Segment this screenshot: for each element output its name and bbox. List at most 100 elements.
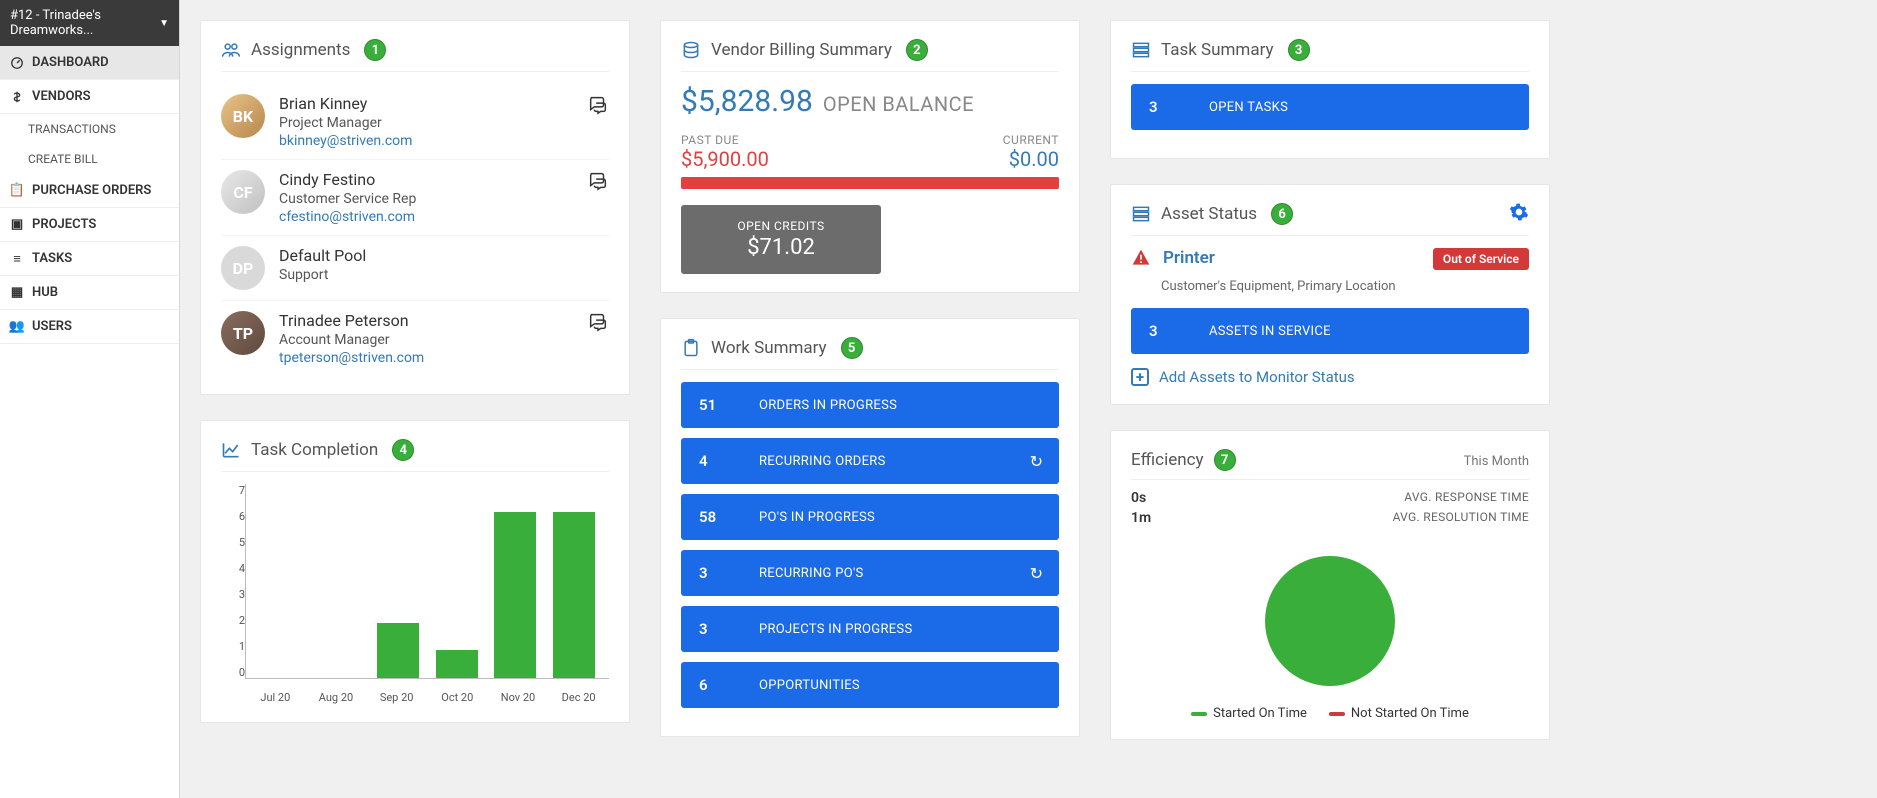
stat-count: 58 xyxy=(699,508,759,526)
assignments-title: Assignments xyxy=(251,40,350,60)
assignee-row: BK Brian Kinney Project Manager bkinney@… xyxy=(221,84,609,160)
list-icon: ≡ xyxy=(10,252,24,266)
avatar: CF xyxy=(221,170,265,214)
chevron-down-icon: ▼ xyxy=(159,18,169,29)
nav-label: DASHBOARD xyxy=(32,55,109,70)
work-summary-bar[interactable]: 4 RECURRING ORDERS ↻ xyxy=(681,438,1059,484)
chart-bar xyxy=(553,512,595,678)
dashboard-content: Assignments 1 BK Brian Kinney Project Ma… xyxy=(180,0,1877,798)
x-tick: Nov 20 xyxy=(497,691,539,704)
legend-item: Not Started On Time xyxy=(1329,706,1469,721)
nav-label: VENDORS xyxy=(32,89,91,104)
assignee-name: Cindy Festino xyxy=(279,170,573,189)
x-tick: Sep 20 xyxy=(376,691,418,704)
users-icon: 👥 xyxy=(10,320,24,334)
work-summary-bar[interactable]: 3 PROJECTS IN PROGRESS xyxy=(681,606,1059,652)
people-icon xyxy=(221,40,241,60)
legend-swatch xyxy=(1329,712,1345,716)
legend-label: Not Started On Time xyxy=(1351,706,1469,721)
nav-vendors[interactable]: VENDORS xyxy=(0,80,179,114)
efficiency-period: This Month xyxy=(1464,454,1529,469)
open-tasks-bar[interactable]: 3 OPEN TASKS xyxy=(1131,84,1529,130)
response-label: AVG. RESPONSE TIME xyxy=(1404,490,1529,506)
billing-icon xyxy=(681,40,701,60)
clipboard-icon xyxy=(681,338,701,358)
marker-7: 7 xyxy=(1214,449,1236,471)
nav-hub[interactable]: ▦ HUB xyxy=(0,276,179,310)
nav-users[interactable]: 👥 USERS xyxy=(0,310,179,344)
credits-label: OPEN CREDITS xyxy=(681,219,881,233)
add-asset-link[interactable]: + Add Assets to Monitor Status xyxy=(1131,368,1529,386)
response-val: 0s xyxy=(1131,490,1146,506)
x-tick: Dec 20 xyxy=(558,691,600,704)
task-summary-title: Task Summary xyxy=(1161,40,1274,60)
assignee-name: Brian Kinney xyxy=(279,94,573,113)
marker-6: 6 xyxy=(1271,203,1293,225)
marker-2: 2 xyxy=(906,39,928,61)
work-summary-bar[interactable]: 3 RECURRING PO'S ↻ xyxy=(681,550,1059,596)
x-tick: Jul 20 xyxy=(254,691,296,704)
assignee-role: Customer Service Rep xyxy=(279,191,573,207)
work-summary-title: Work Summary xyxy=(711,338,827,358)
efficiency-title: Efficiency xyxy=(1131,450,1204,470)
workspace-selector[interactable]: #12 - Trinadee's Dreamworks... ▼ xyxy=(0,0,179,46)
legend-item: Started On Time xyxy=(1191,706,1307,721)
assignee-role: Support xyxy=(279,267,609,283)
nav-create-bill[interactable]: CREATE BILL xyxy=(0,144,179,174)
avatar: DP xyxy=(221,246,265,290)
nav-label: USERS xyxy=(32,319,72,334)
stack-icon xyxy=(1131,40,1151,60)
x-tick: Oct 20 xyxy=(436,691,478,704)
assignee-name: Trinadee Peterson xyxy=(279,311,573,330)
task-completion-card: Task Completion 4 76543210 Jul 20Aug 20S… xyxy=(200,420,630,723)
task-completion-chart: 76543210 Jul 20Aug 20Sep 20Oct 20Nov 20D… xyxy=(221,484,609,704)
nav-transactions[interactable]: TRANSACTIONS xyxy=(0,114,179,144)
open-balance-label: OPEN BALANCE xyxy=(823,92,974,116)
chat-icon[interactable] xyxy=(587,94,609,121)
dashboard-icon xyxy=(10,56,24,70)
workspace-name: #12 - Trinadee's Dreamworks... xyxy=(10,8,159,38)
past-due-label: PAST DUE xyxy=(681,133,739,147)
assignee-role: Project Manager xyxy=(279,115,573,131)
nav-dashboard[interactable]: DASHBOARD xyxy=(0,46,179,80)
stat-label: OPPORTUNITIES xyxy=(759,678,860,693)
work-summary-bar[interactable]: 51 ORDERS IN PROGRESS xyxy=(681,382,1059,428)
work-summary-bar[interactable]: 6 OPPORTUNITIES xyxy=(681,662,1059,708)
current-label: CURRENT xyxy=(1003,133,1059,147)
marker-5: 5 xyxy=(841,337,863,359)
billing-title: Vendor Billing Summary xyxy=(711,40,892,60)
chat-icon[interactable] xyxy=(587,170,609,197)
assets-in-service-bar[interactable]: 3 ASSETS IN SERVICE xyxy=(1131,308,1529,354)
nav-tasks[interactable]: ≡ TASKS xyxy=(0,242,179,276)
marker-4: 4 xyxy=(392,439,414,461)
legend-label: Started On Time xyxy=(1213,706,1307,721)
assignee-email-link[interactable]: tpeterson@striven.com xyxy=(279,350,573,366)
avatar: TP xyxy=(221,311,265,355)
hub-icon: ▦ xyxy=(10,286,24,300)
work-summary-bar[interactable]: 58 PO'S IN PROGRESS xyxy=(681,494,1059,540)
open-credits-box[interactable]: OPEN CREDITS $71.02 xyxy=(681,205,881,274)
refresh-icon[interactable]: ↻ xyxy=(1030,452,1043,471)
credits-value: $71.02 xyxy=(681,235,881,260)
chart-bar xyxy=(436,650,478,678)
nav-label: PROJECTS xyxy=(32,217,96,232)
nav-projects[interactable]: ▣ PROJECTS xyxy=(0,208,179,242)
efficiency-pie xyxy=(1265,556,1395,686)
marker-3: 3 xyxy=(1288,39,1310,61)
asset-name-link[interactable]: Printer xyxy=(1163,248,1215,268)
assignee-email-link[interactable]: cfestino@striven.com xyxy=(279,209,573,225)
current-value: $0.00 xyxy=(1009,147,1059,171)
assets-in-service-label: ASSETS IN SERVICE xyxy=(1209,324,1331,339)
asset-subtext: Customer's Equipment, Primary Location xyxy=(1161,279,1529,294)
gear-icon[interactable] xyxy=(1509,202,1529,227)
vendor-billing-card: Vendor Billing Summary 2 $5,828.98 OPEN … xyxy=(660,20,1080,293)
chat-icon[interactable] xyxy=(587,311,609,338)
nav-label: TASKS xyxy=(32,251,72,266)
stat-count: 6 xyxy=(699,676,759,694)
asset-status-title: Asset Status xyxy=(1161,204,1257,224)
nav-purchase-orders[interactable]: 📋 PURCHASE ORDERS xyxy=(0,174,179,208)
open-tasks-count: 3 xyxy=(1149,98,1209,116)
assignee-email-link[interactable]: bkinney@striven.com xyxy=(279,133,573,149)
assignee-name: Default Pool xyxy=(279,246,609,265)
refresh-icon[interactable]: ↻ xyxy=(1030,564,1043,583)
